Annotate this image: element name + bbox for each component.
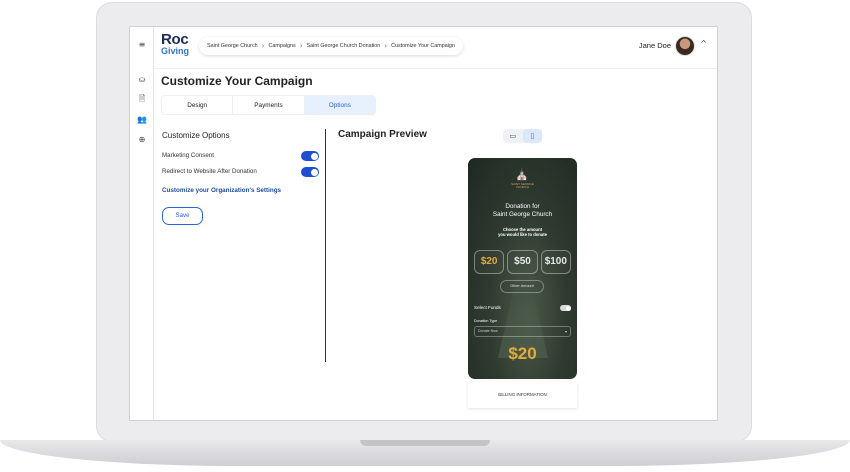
select-funds-toggle[interactable] <box>560 305 571 311</box>
amount-options: $20 $50 $100 <box>474 250 571 274</box>
marketing-consent-row: Marketing Consent <box>162 150 319 162</box>
amount-option-20[interactable]: $20 <box>474 250 505 274</box>
tab-design[interactable]: Design <box>162 96 234 114</box>
chevron-right-icon: › <box>299 42 303 50</box>
breadcrumb-item-campaigns[interactable]: Campaigns <box>268 43 295 49</box>
church-logo-icon: ⛪ <box>515 168 529 181</box>
chevron-right-icon: › <box>261 42 265 50</box>
amount-option-100[interactable]: $100 <box>540 250 571 274</box>
redirect-toggle[interactable] <box>301 167 319 177</box>
app-window: ≡ ⛀ 🗎 👥 ⊕ Roc Giving Saint George Church… <box>129 26 718 421</box>
select-funds-label: Select Funds <box>474 305 501 310</box>
phone-sub-line2: you would like to donate <box>498 232 547 238</box>
desktop-icon[interactable]: ▭ <box>503 129 523 143</box>
document-icon[interactable]: 🗎 <box>136 93 148 105</box>
church-label: SAINT GEORGE CHURCH <box>468 182 577 190</box>
billing-information[interactable]: BILLING INFORMATION <box>468 382 577 408</box>
redirect-label: Redirect to Website After Donation <box>162 168 257 175</box>
tab-bar: Design Payments Options <box>161 95 376 115</box>
mobile-icon[interactable]: ▯ <box>522 129 542 143</box>
other-amount-button[interactable]: Other Amount <box>500 280 544 293</box>
phone-subheading: Choose the amount you would like to dona… <box>468 227 577 238</box>
device-toggle: ▭ ▯ <box>503 129 542 143</box>
marketing-consent-toggle[interactable] <box>301 151 319 161</box>
donation-type-select[interactable]: Donate Now ▾ <box>474 326 571 337</box>
donation-type-value: Donate Now <box>478 329 498 333</box>
menu-icon[interactable]: ≡ <box>136 39 148 51</box>
people-icon[interactable]: 👥 <box>136 114 148 126</box>
stage: ≡ ⛀ 🗎 👥 ⊕ Roc Giving Saint George Church… <box>0 0 850 472</box>
page-title: Customize Your Campaign <box>161 74 313 88</box>
avatar[interactable] <box>675 36 695 56</box>
hands-icon[interactable]: ⛀ <box>136 74 148 86</box>
phone-heading-line1: Donation for <box>505 203 540 210</box>
redirect-row: Redirect to Website After Donation <box>162 166 319 178</box>
tab-options[interactable]: Options <box>304 96 375 114</box>
header: Roc Giving Saint George Church › Campaig… <box>154 27 717 69</box>
tab-payments[interactable]: Payments <box>233 96 305 114</box>
preview-title: Campaign Preview <box>338 129 427 140</box>
church-label-line2: CHURCH <box>516 185 529 190</box>
marketing-consent-label: Marketing Consent <box>162 152 214 159</box>
breadcrumb-item-church[interactable]: Saint George Church <box>207 43 258 49</box>
save-button[interactable]: Save <box>162 207 203 225</box>
breadcrumb-item-current: Customize Your Campaign <box>391 43 455 49</box>
chevron-up-icon[interactable]: ^ <box>700 39 707 48</box>
logo-subtitle: Giving <box>161 46 190 56</box>
chevron-right-icon: › <box>384 42 388 50</box>
laptop-notch <box>360 440 490 446</box>
org-settings-link[interactable]: Customize your Organization's Settings <box>162 187 281 194</box>
options-title: Customize Options <box>162 131 230 140</box>
logo-title[interactable]: Roc <box>161 32 189 47</box>
amount-option-50[interactable]: $50 <box>507 250 538 274</box>
user-name[interactable]: Jane Doe <box>639 41 671 50</box>
phone-preview: ⛪ SAINT GEORGE CHURCH Donation for Saint… <box>468 158 577 379</box>
donation-total: $20 <box>508 344 537 363</box>
divider <box>325 129 326 362</box>
donation-type-label: Donation Type <box>474 319 498 323</box>
phone-heading-line2: Saint George Church <box>492 211 553 218</box>
sidebar: ≡ ⛀ 🗎 👥 ⊕ <box>130 27 154 420</box>
breadcrumb: Saint George Church › Campaigns › Saint … <box>199 37 463 55</box>
globe-icon[interactable]: ⊕ <box>136 134 148 146</box>
chevron-down-icon: ▾ <box>564 329 567 334</box>
breadcrumb-item-donation[interactable]: Saint George Church Donation <box>307 43 381 49</box>
phone-heading: Donation for Saint George Church <box>468 203 577 219</box>
